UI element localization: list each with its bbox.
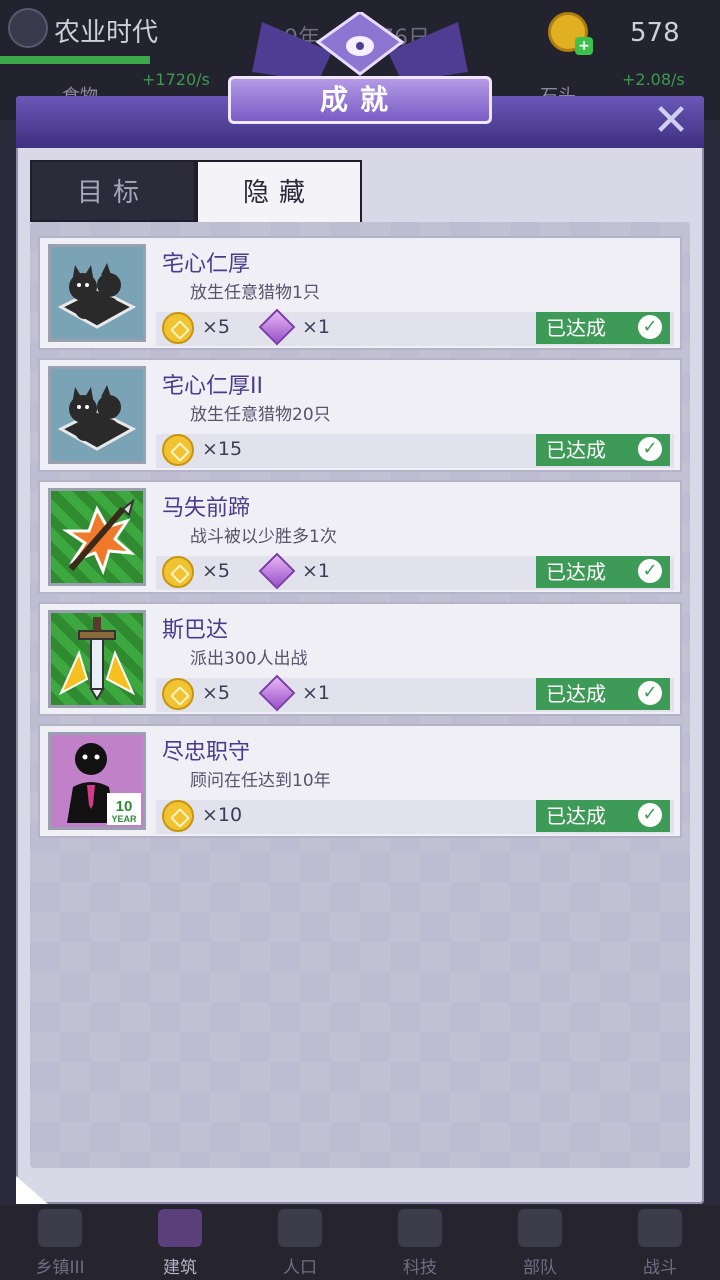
era-label: 农业时代 <box>54 18 159 48</box>
add-gold-icon[interactable]: + <box>575 37 593 55</box>
icon-year-label: YEAR <box>111 814 137 824</box>
achievement-name: 宅心仁厚 <box>162 252 251 277</box>
tab-goals[interactable]: 目标 <box>30 160 196 222</box>
crossed-swords-icon <box>638 1209 682 1247</box>
achievement-name: 斯巴达 <box>162 618 229 643</box>
nav-battle[interactable]: 战斗 <box>600 1205 720 1280</box>
nav-buildings[interactable]: 建筑 <box>120 1205 240 1280</box>
bottom-nav: 乡镇III 建筑 人口 科技 部队 战斗 <box>0 1205 720 1280</box>
status-label: 已达成 <box>546 682 606 706</box>
achievement-desc: 顾问在任达到10年 <box>190 771 331 791</box>
nav-label: 乡镇III <box>35 1258 85 1278</box>
modal-title: 成就 <box>228 76 492 124</box>
achievement-card[interactable]: 宅心仁厚 放生任意猎物1只 ×5 ×1 已达成 ✓ <box>38 236 682 350</box>
person-icon <box>278 1209 322 1247</box>
reward-row: ×5 ×1 已达成 ✓ <box>156 552 674 590</box>
achievement-desc: 派出300人出战 <box>190 649 308 669</box>
gem-icon <box>258 308 296 346</box>
reward-row: ×10 已达成 ✓ <box>156 800 674 834</box>
status-label: 已达成 <box>546 438 606 462</box>
gold-amount: 578 <box>630 18 680 48</box>
gold-coin-icon[interactable]: + <box>548 12 593 55</box>
status-label: 已达成 <box>546 804 606 828</box>
house-icon <box>158 1209 202 1247</box>
close-button[interactable]: ✕ <box>650 99 692 143</box>
coin-icon <box>162 556 194 588</box>
status-badge: 已达成 ✓ <box>536 800 670 832</box>
status-label: 已达成 <box>546 316 606 340</box>
animals-released-icon <box>48 366 146 464</box>
nav-label: 部队 <box>523 1258 557 1278</box>
advisor-10-year-icon: 10 YEAR <box>48 732 146 830</box>
check-icon: ✓ <box>638 681 662 705</box>
check-icon: ✓ <box>638 315 662 339</box>
nav-troops[interactable]: 部队 <box>480 1205 600 1280</box>
castle-icon <box>38 1209 82 1247</box>
nav-label: 战斗 <box>643 1258 677 1278</box>
achievement-name: 马失前蹄 <box>162 496 251 521</box>
status-badge: 已达成 ✓ <box>536 434 670 466</box>
coin-icon <box>162 312 194 344</box>
reward-row: ×5 ×1 已达成 ✓ <box>156 674 674 712</box>
reward-row: ×5 ×1 已达成 ✓ <box>156 308 674 346</box>
wheat-icon[interactable] <box>8 8 48 48</box>
achievement-card[interactable]: 斯巴达 派出300人出战 ×5 ×1 已达成 ✓ <box>38 602 682 716</box>
broken-spear-icon <box>48 488 146 586</box>
coin-icon <box>162 678 194 710</box>
status-label: 已达成 <box>546 560 606 584</box>
achievement-name: 宅心仁厚II <box>162 374 263 399</box>
achievement-card[interactable]: 马失前蹄 战斗被以少胜多1次 ×5 ×1 已达成 ✓ <box>38 480 682 594</box>
coin-qty: ×5 <box>202 316 231 338</box>
nav-tech[interactable]: 科技 <box>360 1205 480 1280</box>
coin-qty: ×10 <box>202 804 243 826</box>
status-badge: 已达成 ✓ <box>536 556 670 588</box>
gem-qty: ×1 <box>302 560 331 582</box>
coin-qty: ×5 <box>202 560 231 582</box>
achievement-desc: 战斗被以少胜多1次 <box>190 527 337 547</box>
gem-icon <box>258 674 296 712</box>
achievement-desc: 放生任意猎物20只 <box>190 405 331 425</box>
achievement-name: 尽忠职守 <box>162 740 251 765</box>
achievement-card[interactable]: 宅心仁厚II 放生任意猎物20只 ×15 已达成 ✓ <box>38 358 682 472</box>
coin-icon <box>162 434 194 466</box>
nav-label: 建筑 <box>163 1258 197 1278</box>
gem-qty: ×1 <box>302 682 331 704</box>
coin-qty: ×5 <box>202 682 231 704</box>
era-progress-bar <box>0 56 150 64</box>
achievement-desc: 放生任意猎物1只 <box>190 283 320 303</box>
sword-icon <box>48 610 146 708</box>
check-icon: ✓ <box>638 803 662 827</box>
stone-rate: +2.08/s <box>622 70 685 89</box>
gem-qty: ×1 <box>302 316 331 338</box>
reward-row: ×15 已达成 ✓ <box>156 434 674 468</box>
check-icon: ✓ <box>638 437 662 461</box>
nav-population[interactable]: 人口 <box>240 1205 360 1280</box>
nav-label: 科技 <box>403 1258 437 1278</box>
nav-town[interactable]: 乡镇III <box>0 1205 120 1280</box>
gem-icon <box>258 552 296 590</box>
tab-hidden[interactable]: 隐藏 <box>196 160 362 222</box>
animals-released-icon <box>48 244 146 342</box>
coin-qty: ×15 <box>202 438 243 460</box>
nav-label: 人口 <box>283 1258 317 1278</box>
food-rate: +1720/s <box>142 70 210 89</box>
soldier-icon <box>518 1209 562 1247</box>
check-icon: ✓ <box>638 559 662 583</box>
status-badge: 已达成 ✓ <box>536 678 670 710</box>
coin-icon <box>162 800 194 832</box>
achievement-card[interactable]: 10 YEAR 尽忠职守 顾问在任达到10年 ×10 已达成 ✓ <box>38 724 682 838</box>
icon-year-number: 10 <box>116 798 133 815</box>
book-icon <box>398 1209 442 1247</box>
status-badge: 已达成 ✓ <box>536 312 670 344</box>
page-fold-icon <box>16 1176 48 1204</box>
